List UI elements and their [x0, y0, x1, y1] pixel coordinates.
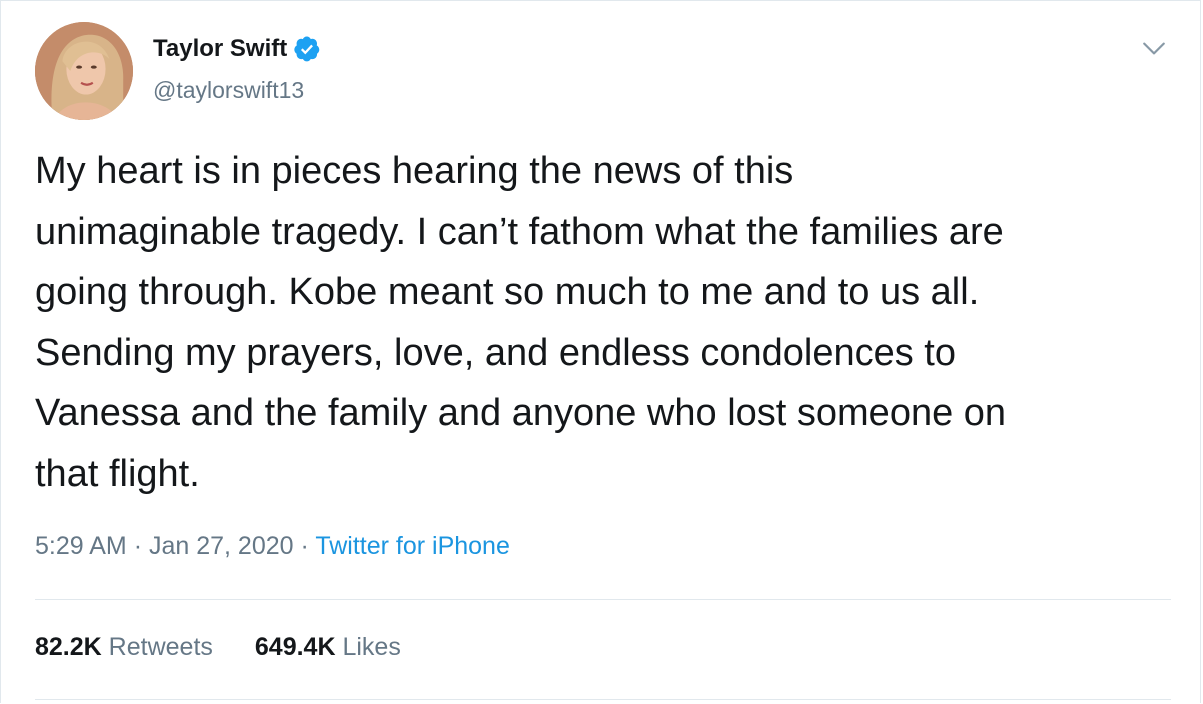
chevron-down-icon[interactable] [1141, 35, 1167, 61]
avatar[interactable] [35, 22, 133, 120]
tweet-stats: 82.2K Retweets 649.4K Likes [35, 633, 443, 662]
user-handle[interactable]: @taylorswift13 [153, 77, 304, 104]
retweets-stat[interactable]: 82.2K Retweets [35, 633, 213, 662]
likes-count: 649.4K [254, 633, 336, 661]
divider [35, 599, 1171, 600]
tweet-date[interactable]: Jan 27, 2020 [149, 532, 294, 560]
verified-badge-icon [294, 36, 320, 62]
retweets-label: Retweets [108, 633, 213, 661]
avatar-photo [35, 22, 133, 120]
likes-stat[interactable]: 649.4K Likes [255, 633, 401, 662]
tweet-source-link[interactable]: Twitter for iPhone [315, 532, 510, 560]
display-name-text: Taylor Swift [153, 35, 288, 62]
retweets-count: 82.2K [35, 633, 102, 661]
divider [35, 699, 1171, 700]
tweet-text: My heart is in pieces hearing the news o… [35, 150, 1007, 495]
likes-label: Likes [342, 633, 401, 661]
tweet-meta: 5:29 AM · Jan 27, 2020 · Twitter for iPh… [35, 532, 510, 561]
meta-separator: · [300, 532, 309, 560]
tweet-time[interactable]: 5:29 AM [35, 532, 127, 560]
tweet-card: Taylor Swift @taylorswift13 My heart is … [0, 0, 1201, 703]
meta-separator: · [133, 532, 143, 560]
display-name[interactable]: Taylor Swift [153, 35, 321, 63]
